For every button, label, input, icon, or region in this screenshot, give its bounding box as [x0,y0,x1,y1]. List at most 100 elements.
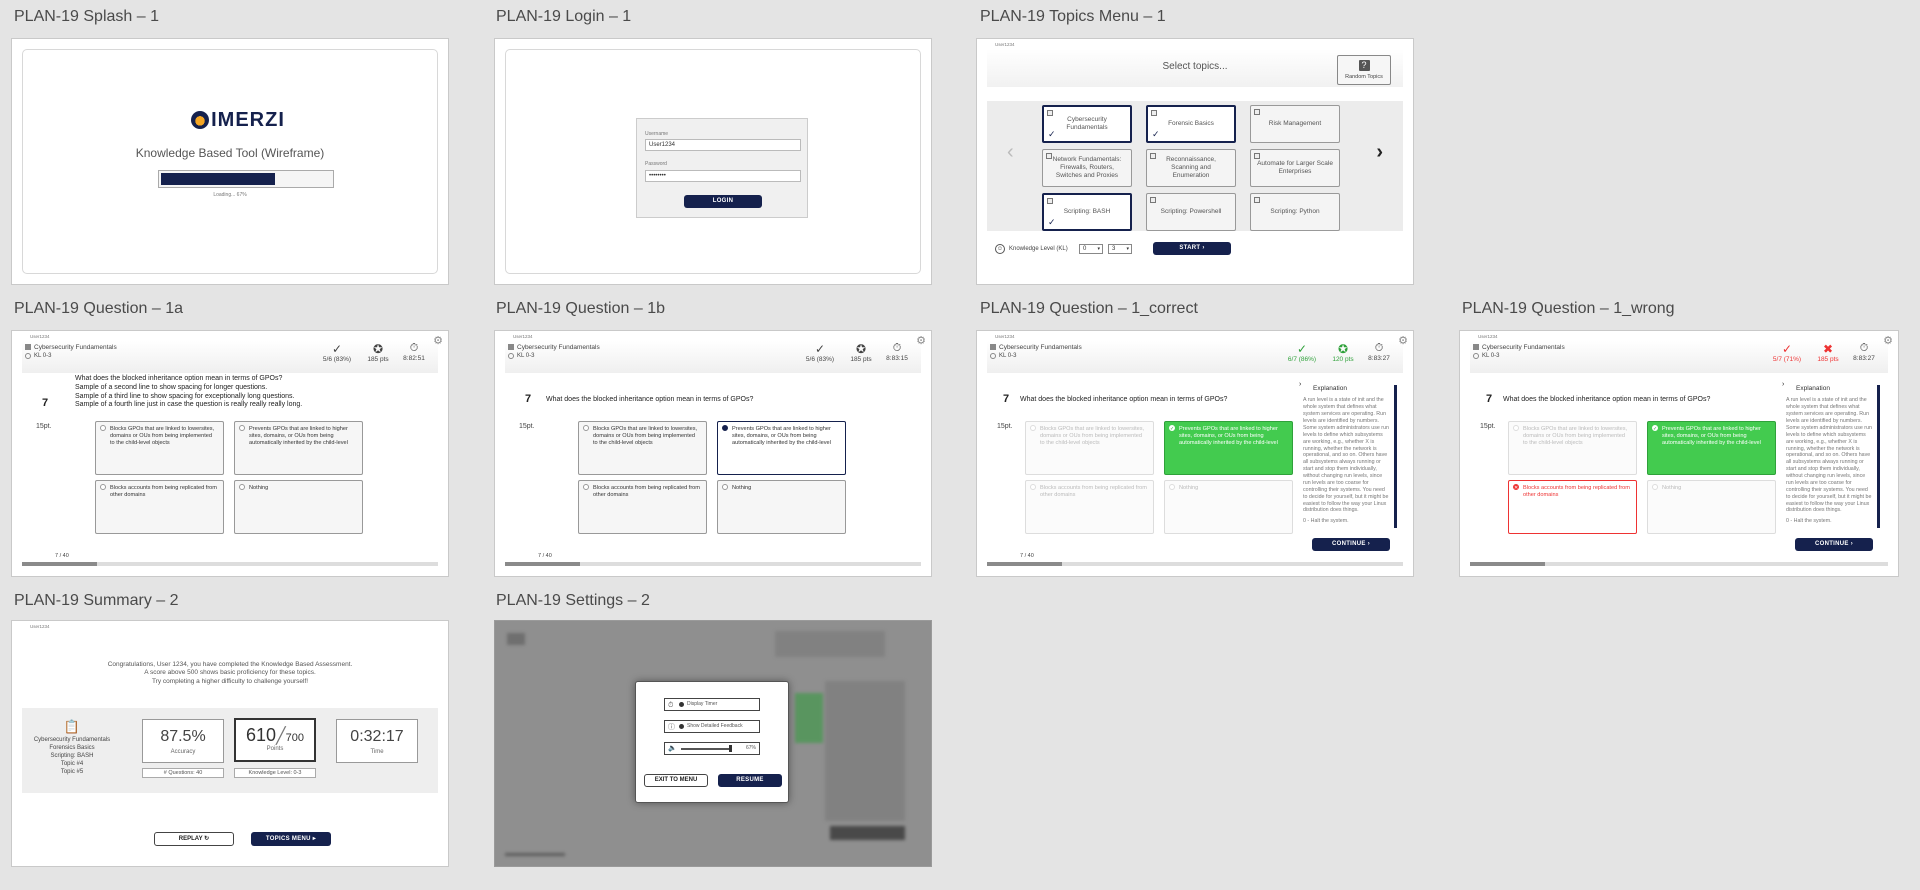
kl-to-value: 3 [1112,246,1116,252]
volume-slider[interactable]: 🔈 67% [664,742,760,755]
settings-gear-icon[interactable]: ⚙ [432,335,444,347]
topic-tile[interactable]: Scripting: Python [1250,193,1340,231]
radio-icon [1513,425,1519,431]
continue-button[interactable]: CONTINUE › [1795,538,1873,551]
explanation-heading: Explanation [1313,385,1347,392]
kl-icon [990,353,996,359]
star-icon: ✪ [855,342,867,356]
settings-gear-icon[interactable]: ⚙ [1882,335,1894,347]
chevron-down-icon: ▾ [1126,246,1129,252]
check-icon: ✓ [1048,217,1056,227]
qc-points-stat: ✪ 120 pts [1327,342,1359,363]
check-circle-icon: ✓ [1652,425,1658,432]
question-progress-fill [505,562,580,566]
continue-button[interactable]: CONTINUE › [1312,538,1390,551]
frame-login: Username User1234 Password •••••••• LOGI… [494,38,932,285]
answer-option-3[interactable]: Blocks accounts from being replicated fr… [95,480,224,534]
answer-option-1[interactable]: Blocks GPOs that are linked to lowersite… [95,421,224,475]
topic-tile[interactable]: Forensic Basics ✓ [1146,105,1236,143]
points-value-row: 610╱700 [236,725,314,746]
checkbox-icon [1047,198,1053,204]
qc-time-stat: ⏱ 8:83:27 [1363,342,1395,362]
checkbox-icon [1254,109,1260,115]
topic-tile[interactable]: Automate for Larger Scale Enterprises [1250,149,1340,187]
kl-icon [508,353,514,359]
replay-button[interactable]: REPLAY ↻ [154,832,234,846]
random-topics-button[interactable]: ? Random Topics [1337,55,1391,85]
explanation-panel: Explanation A run level is a state of in… [1782,385,1880,528]
accuracy-card: 87.5% Accuracy [142,719,224,763]
blur-block [825,681,905,821]
qw-kl: KL 0-3 [1482,353,1500,359]
topic-icon [990,344,996,350]
topic-tile[interactable]: Cybersecurity Fundamentals ✓ [1042,105,1132,143]
question-progress-bar [1470,562,1888,566]
answer-option-4: Nothing [1647,480,1776,534]
answer-option-2-selected[interactable]: Prevents GPOs that are linked to higher … [717,421,846,475]
qc-question-number: 7 [1003,393,1010,405]
frame-label-q1a: PLAN-19 Question – 1a [14,300,183,317]
topic-tile[interactable]: Network Fundamentals: Firewalls, Routers… [1042,149,1132,187]
detailed-feedback-toggle[interactable]: ⓘ Show Detailed Feedback [664,720,760,733]
topic-icon [508,344,514,350]
topic-tile[interactable]: Reconnaissance, Scanning and Enumeration [1146,149,1236,187]
q1b-pts: 15pt. [519,423,535,430]
qw-pts: 15pt. [1480,423,1496,430]
answer-option-4[interactable]: Nothing [234,480,363,534]
start-button[interactable]: START › [1153,242,1231,255]
answer-option-3[interactable]: Blocks accounts from being replicated fr… [578,480,707,534]
splash-screen: IMERZI Knowledge Based Tool (Wireframe) … [22,49,438,274]
qc-kl: KL 0-3 [999,353,1017,359]
kl-icon [25,353,31,359]
timer-icon: ⏱ [892,342,902,354]
answer-text: Nothing [1662,485,1682,491]
summary-user: User1234 [30,624,50,629]
knowledge-level-range: Knowledge Level: 0-3 [234,768,316,778]
radio-icon [583,425,589,431]
summary-message: A score above 500 shows basic proficienc… [144,669,316,677]
checkbox-icon [1046,153,1052,159]
timer-icon: ⏱ [1859,342,1869,354]
blur-block [775,631,885,657]
answer-option-2[interactable]: Prevents GPOs that are linked to higher … [234,421,363,475]
settings-gear-icon[interactable]: ⚙ [915,335,927,347]
username-input[interactable]: User1234 [645,139,801,151]
chevron-right-icon: › [1850,541,1853,547]
exit-to-menu-button[interactable]: EXIT TO MENU [644,774,708,787]
detailed-feedback-label: Show Detailed Feedback [687,723,743,729]
answer-text: Blocks accounts from being replicated fr… [1523,485,1630,498]
knowledge-level-label: Knowledge Level (KL) [1009,246,1068,252]
prev-arrow-icon[interactable]: ‹ [1007,141,1014,164]
topics-menu-label: TOPICS MENU [265,836,311,842]
frame-label-summary: PLAN-19 Summary – 2 [14,592,179,609]
password-input[interactable]: •••••••• [645,170,801,182]
answer-option-1[interactable]: Blocks GPOs that are linked to lowersite… [578,421,707,475]
display-timer-toggle[interactable]: ⏱ Display Timer [664,698,760,711]
q1a-question-line: What does the blocked inheritance option… [75,375,283,382]
q1b-time: 8:83:15 [886,355,908,362]
logo-icon [191,111,210,129]
login-button[interactable]: LOGIN [684,195,762,208]
kl-from-select[interactable]: 0 ▾ [1079,244,1103,254]
topics-menu-button[interactable]: TOPICS MENU ▸ [251,832,331,846]
points-total: 700 [285,732,305,744]
question-progress-bar [22,562,438,566]
topic-tile[interactable]: Risk Management [1250,105,1340,143]
resume-button[interactable]: RESUME [718,774,782,787]
topic-tile[interactable]: Scripting: BASH ✓ [1042,193,1132,231]
q1a-question-line: Sample of a second line to show spacing … [75,383,268,391]
topic-tile[interactable]: Scripting: Powershell [1146,193,1236,231]
qc-score: 6/7 (86%) [1287,356,1317,363]
answer-option-4[interactable]: Nothing [717,480,846,534]
settings-gear-icon[interactable]: ⚙ [1397,335,1409,347]
replay-label: REPLAY [178,836,203,842]
topic-tile-label: Reconnaissance, Scanning and Enumeration [1166,155,1216,180]
logo-text: IMERZI [211,108,285,131]
display-timer-label: Display Timer [687,701,718,707]
kl-to-select[interactable]: 3 ▾ [1108,244,1132,254]
radio-icon [1030,484,1036,490]
check-icon: ✓ [1152,129,1160,139]
next-arrow-icon[interactable]: › [1376,141,1383,164]
volume-handle[interactable] [729,745,732,752]
check-icon: ✓ [1048,129,1056,139]
